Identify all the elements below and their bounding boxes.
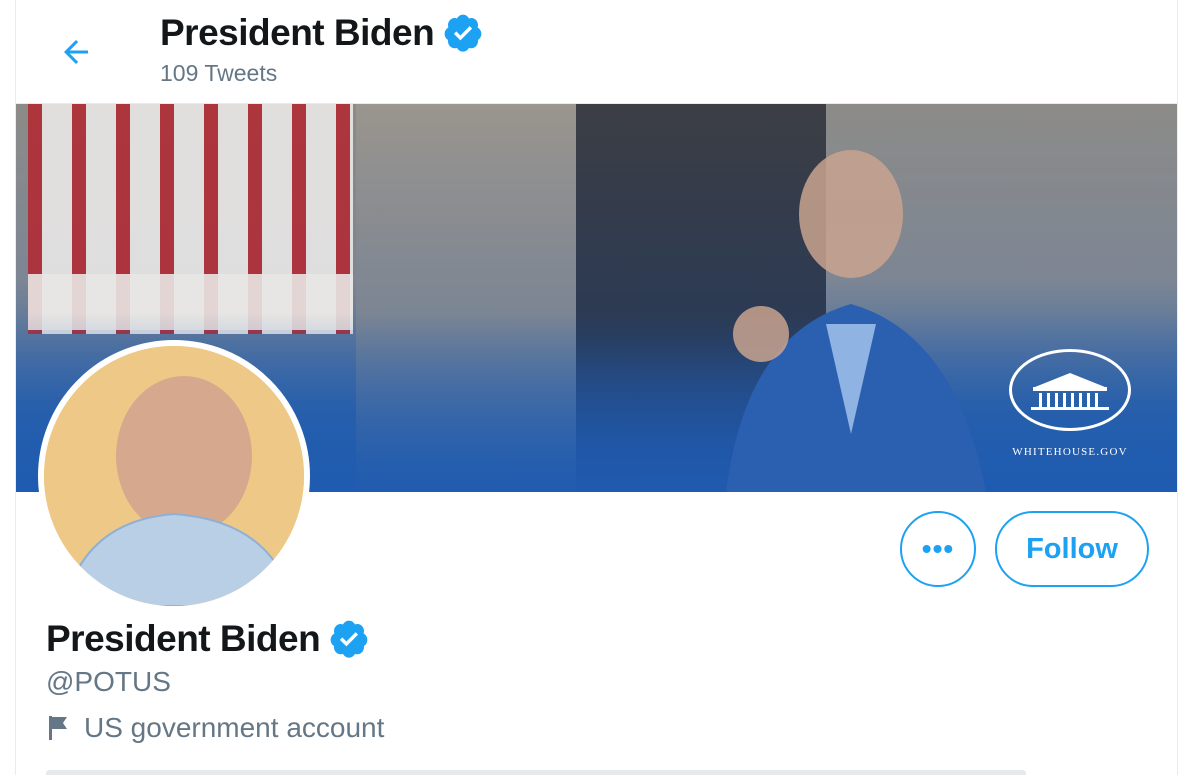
seal-caption: WHITEHOUSE.GOV (1012, 446, 1128, 458)
back-button[interactable] (52, 28, 100, 76)
account-label-row: US government account (46, 712, 384, 744)
profile-name: President Biden (46, 618, 321, 659)
profile-header: President Biden 109 Tweets (16, 0, 1177, 104)
more-options-label: ••• (921, 533, 955, 564)
header-name: President Biden (160, 12, 435, 53)
arrow-left-icon (64, 40, 88, 64)
more-options-button[interactable]: ••• (900, 511, 976, 587)
profile-page: President Biden 109 Tweets WHITEHOUSE.GO… (15, 0, 1178, 775)
profile-avatar[interactable] (38, 340, 310, 612)
profile-handle: @POTUS (46, 666, 171, 697)
avatar-placeholder (44, 346, 304, 606)
account-label: US government account (84, 712, 385, 743)
banner-person-placeholder (726, 150, 986, 492)
bio-text-cutoff (46, 764, 1046, 775)
follow-label: Follow (1026, 532, 1118, 565)
profile-name-row: President Biden (46, 618, 370, 660)
verified-badge-icon (444, 14, 482, 52)
follow-button[interactable]: Follow (995, 511, 1149, 587)
header-title: President Biden (160, 12, 484, 54)
flag-icon (49, 716, 67, 740)
verified-badge-icon (330, 620, 368, 658)
white-house-seal-icon (1009, 349, 1131, 431)
tweet-count: 109 Tweets (160, 60, 278, 86)
